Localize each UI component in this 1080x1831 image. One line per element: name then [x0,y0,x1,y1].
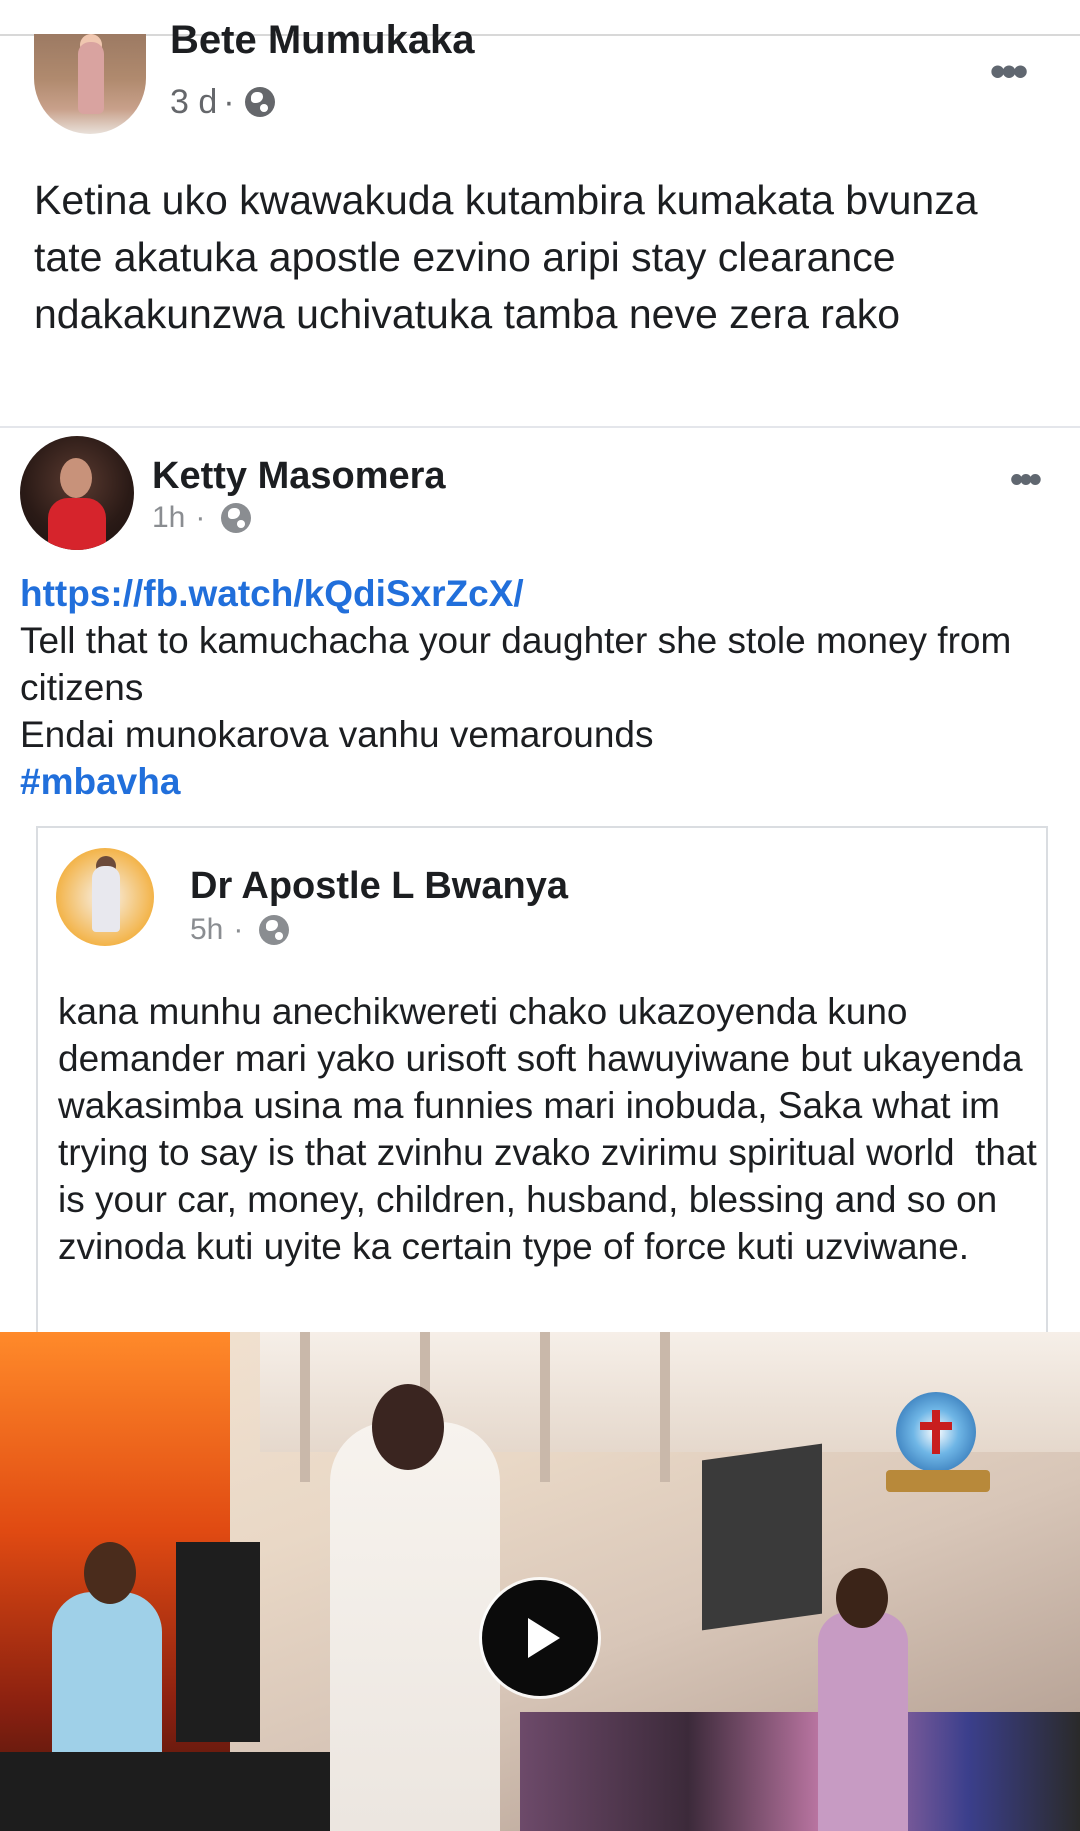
outer-author-name[interactable]: Bete Mumukaka [170,20,475,60]
section-divider [0,426,1080,428]
avatar-child-body [78,42,104,114]
suit-man [818,1612,908,1831]
embedded-post-time[interactable]: 5h [190,910,223,950]
meta-separator: · [195,501,206,534]
preacher [330,1422,500,1831]
rafter [300,1332,310,1482]
embedded-author-name[interactable]: Dr Apostle L Bwanya [190,864,568,908]
globe-icon [259,915,290,945]
rafter [540,1332,550,1482]
outer-post-text: Ketina uko kwawakuda kutambira kumakata … [34,177,978,337]
shared-post-time[interactable]: 1h [152,498,185,538]
feed-page: Bete Mumukaka 3 d · ••• Ketina uko kwawa… [0,0,1080,1831]
shared-post-line: Tell that to kamuchacha your daughter sh… [20,620,1012,708]
video-player[interactable] [0,1332,1080,1831]
church-logo-icon [896,1392,976,1472]
shared-author-avatar[interactable] [20,436,134,550]
play-button[interactable] [482,1580,598,1696]
avatar-face [60,458,92,498]
video-link[interactable]: https://fb.watch/kQdiSxrZcX/ [20,570,1060,617]
globe-icon [244,87,275,117]
meta-separator: · [233,913,244,946]
embedded-author-avatar[interactable] [56,848,154,946]
avatar-figure-body [92,866,120,932]
crowd [520,1712,1080,1831]
more-options-icon[interactable]: ••• [990,50,1028,94]
rafter [660,1332,670,1482]
shared-post-meta: 1h · [152,498,252,538]
shared-post-line: Endai munokarova vanhu vemarounds [20,714,654,755]
meta-separator: · [223,83,235,121]
embedded-post-meta: 5h · [190,910,290,950]
avatar-body [48,498,106,550]
outer-post-meta: 3 d · [170,82,275,122]
outer-post-time[interactable]: 3 d [170,82,217,122]
musician [52,1592,162,1762]
embedded-post-card[interactable]: Dr Apostle L Bwanya 5h · kana munhu anec… [36,826,1048,1348]
outer-author-avatar[interactable] [34,34,146,134]
logo-ribbon [886,1470,990,1492]
more-options-icon[interactable]: ••• [1010,461,1042,499]
speaker [176,1542,260,1742]
musician-head [84,1542,136,1604]
hashtag-link[interactable]: #mbavha [20,758,1060,805]
shared-author-name[interactable]: Ketty Masomera [152,454,446,498]
suit-man-head [836,1568,888,1628]
keyboard [0,1752,340,1831]
preacher-head [372,1384,444,1470]
speaker-stack [702,1443,822,1631]
top-divider [0,34,1080,36]
play-icon [528,1618,560,1658]
shared-post-body: https://fb.watch/kQdiSxrZcX/ Tell that t… [20,570,1060,805]
globe-icon [221,503,252,533]
embedded-post-text: kana munhu anechikwereti chako ukazoyend… [58,991,1048,1267]
